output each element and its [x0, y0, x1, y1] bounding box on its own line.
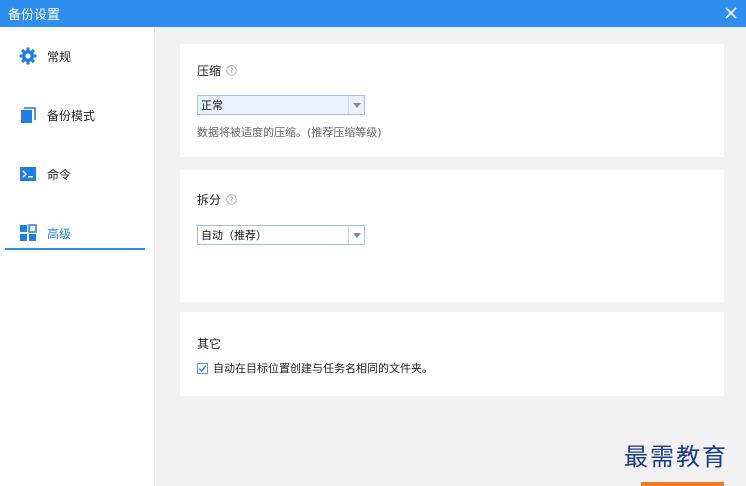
- gear-icon: [19, 47, 37, 65]
- create-folder-checkbox[interactable]: [197, 362, 208, 374]
- checkmark-icon: [198, 364, 207, 372]
- compression-select-value: 正常: [201, 99, 223, 112]
- sidebar-item-command[interactable]: 命令: [0, 149, 155, 199]
- terminal-icon: [19, 165, 37, 183]
- grid-icon: [19, 224, 37, 242]
- compression-select[interactable]: 正常: [197, 95, 365, 115]
- close-icon: [725, 7, 737, 19]
- create-folder-label: 自动在目标位置创建与任务名相同的文件夹。: [213, 362, 433, 375]
- split-select-value: 自动（推荐）: [201, 229, 267, 242]
- help-icon[interactable]: ?: [226, 194, 237, 205]
- other-section: 其它 自动在目标位置创建与任务名相同的文件夹。: [180, 312, 724, 396]
- sidebar: 常规 备份模式 命令 高级: [0, 27, 155, 486]
- orange-bar: [641, 482, 724, 486]
- create-folder-option[interactable]: 自动在目标位置创建与任务名相同的文件夹。: [197, 360, 433, 376]
- active-indicator: [5, 248, 145, 250]
- window-title: 备份设置: [8, 8, 61, 23]
- sidebar-item-advanced[interactable]: 高级: [0, 208, 155, 258]
- sidebar-item-general[interactable]: 常规: [0, 31, 155, 81]
- backup-mode-icon: [19, 106, 37, 124]
- chevron-down-icon: [348, 226, 364, 244]
- other-heading: 其它: [197, 337, 222, 351]
- watermark-text: 最需教育: [624, 443, 728, 471]
- svg-text:?: ?: [230, 66, 234, 75]
- sidebar-item-backup-mode[interactable]: 备份模式: [0, 90, 155, 140]
- chevron-down-icon: [348, 96, 364, 114]
- compression-heading: 压缩 ?: [197, 62, 237, 79]
- settings-panel: 压缩 ? 正常 数据将被适度的压缩。(推荐压缩等级) 拆分 ? 自动（推荐） 其…: [156, 27, 746, 486]
- compression-section: 压缩 ? 正常 数据将被适度的压缩。(推荐压缩等级): [180, 44, 724, 157]
- sidebar-item-label: 高级: [47, 226, 72, 241]
- sidebar-item-label: 命令: [47, 167, 72, 182]
- sidebar-item-label: 备份模式: [47, 108, 96, 123]
- split-heading-label: 拆分: [197, 193, 222, 207]
- split-section: 拆分 ? 自动（推荐）: [180, 170, 724, 302]
- compression-heading-label: 压缩: [197, 64, 222, 78]
- title-bar: 备份设置: [0, 0, 746, 27]
- svg-text:?: ?: [230, 195, 234, 204]
- split-select[interactable]: 自动（推荐）: [197, 225, 365, 245]
- sidebar-item-label: 常规: [47, 49, 72, 64]
- help-icon[interactable]: ?: [226, 65, 237, 76]
- close-button[interactable]: [720, 2, 742, 24]
- split-heading: 拆分 ?: [197, 191, 237, 208]
- compression-hint: 数据将被适度的压缩。(推荐压缩等级): [197, 126, 382, 139]
